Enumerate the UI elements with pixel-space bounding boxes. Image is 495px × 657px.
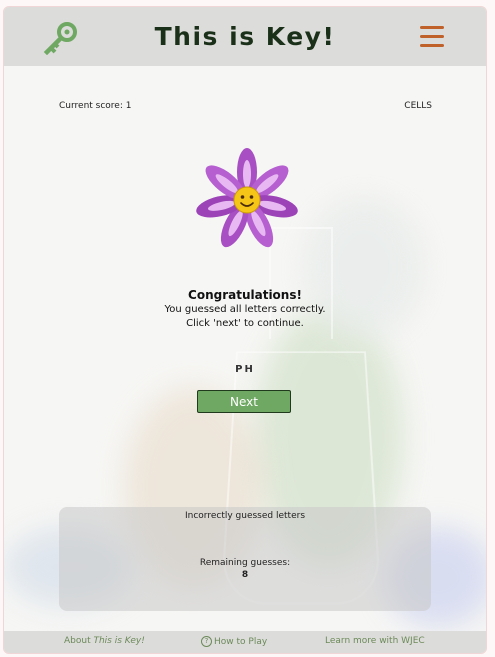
hamburger-menu-icon[interactable] bbox=[420, 26, 444, 48]
congratulations-heading: Congratulations! bbox=[188, 288, 302, 302]
smiling-flower-icon bbox=[196, 148, 298, 248]
remaining-guesses-label: Remaining guesses: bbox=[199, 558, 291, 568]
learn-more-wjec-link[interactable]: Learn more with WJEC bbox=[325, 636, 425, 646]
topic-label: CELLS bbox=[404, 101, 432, 111]
help-icon: ? bbox=[201, 636, 212, 647]
app-title: This is Key! bbox=[154, 22, 336, 51]
result-message-line1: You guessed all letters correctly. bbox=[164, 304, 326, 315]
guessed-word: PH bbox=[235, 364, 255, 375]
key-icon[interactable] bbox=[42, 21, 78, 55]
app-footer: About This is Key! ? How to Play Learn mo… bbox=[4, 631, 486, 653]
incorrect-letters-label: Incorrectly guessed letters bbox=[184, 511, 306, 521]
remaining-guesses-value: 8 bbox=[241, 570, 249, 580]
about-link[interactable]: About This is Key! bbox=[64, 636, 145, 646]
app-header: This is Key! bbox=[4, 7, 486, 66]
app-frame: This is Key! Current score: 1 CELLS Cong… bbox=[3, 6, 487, 654]
next-button[interactable]: Next bbox=[197, 390, 291, 413]
current-score: Current score: 1 bbox=[59, 101, 132, 111]
how-to-play-link[interactable]: ? How to Play bbox=[201, 636, 267, 647]
result-message-line2: Click 'next' to continue. bbox=[186, 318, 304, 329]
